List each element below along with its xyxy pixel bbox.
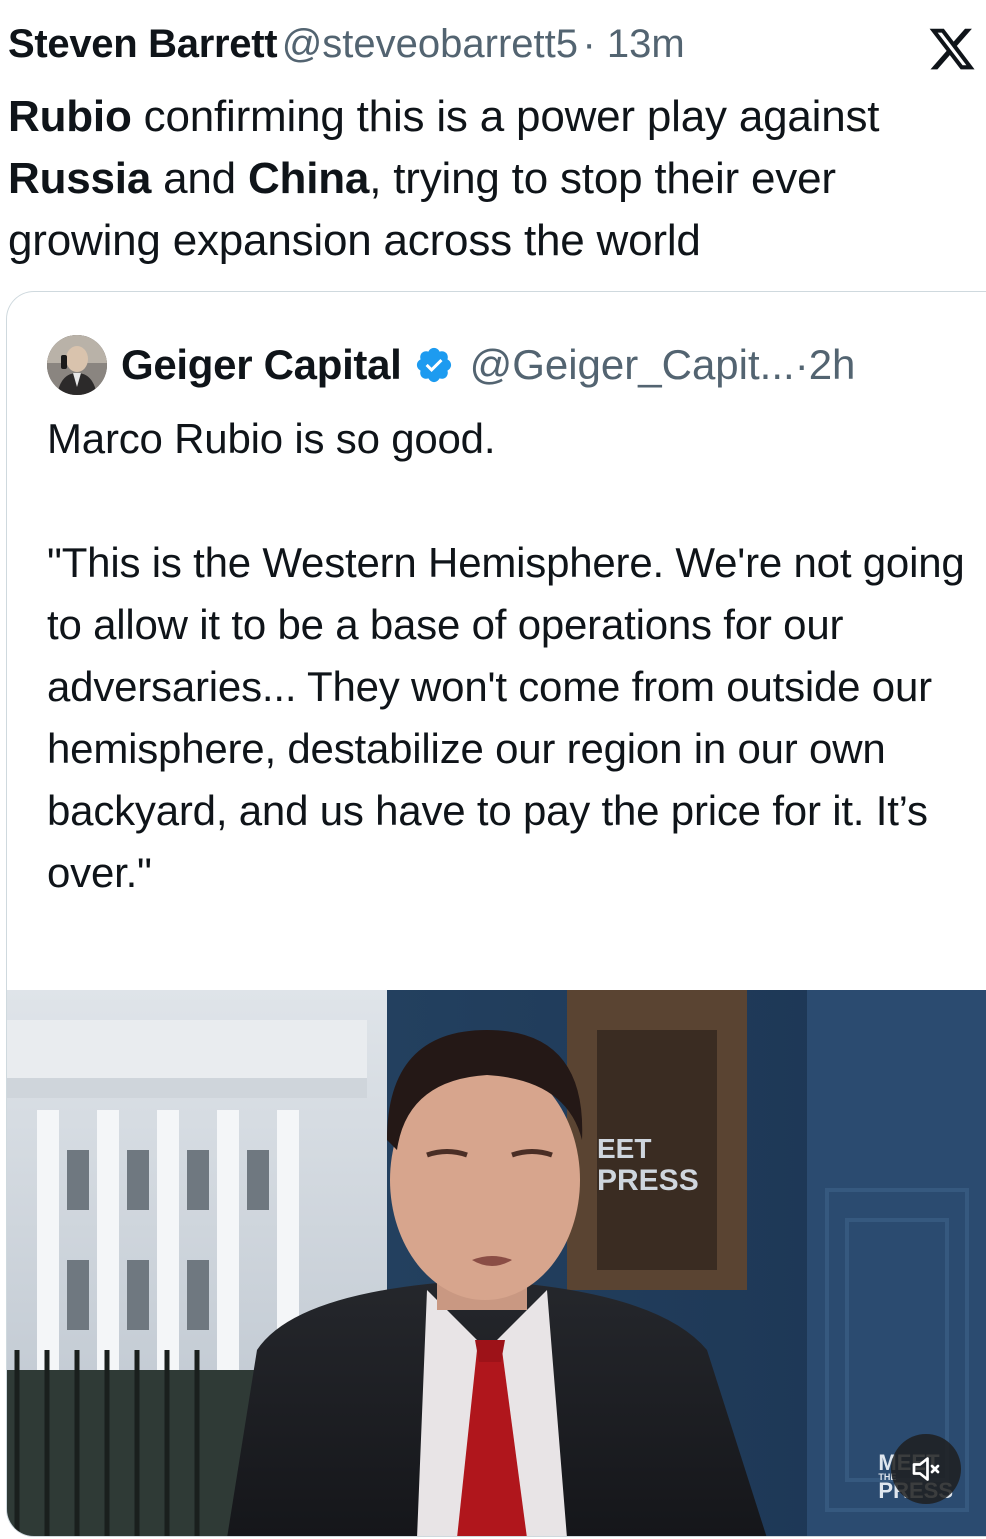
bold-segment: Russia [8, 154, 152, 203]
quoted-quote-text: "This is the Western Hemisphere. We're n… [47, 539, 965, 896]
background-sign-line2: PRESS [597, 1164, 699, 1197]
author-handle[interactable]: @steveobarrett5 [282, 22, 578, 66]
quoted-time[interactable]: 2h [809, 341, 856, 389]
text-segment: confirming this is a power play against [131, 92, 880, 141]
video-player[interactable]: EET PRESS MEET THE PRESS [7, 990, 986, 1536]
mute-button[interactable] [891, 1434, 961, 1504]
avatar[interactable] [47, 335, 107, 395]
tweet-header: Steven Barrett @steveobarrett5 · 13m [8, 22, 986, 72]
background-sign-line1: EET [597, 1133, 651, 1164]
x-logo-icon[interactable] [926, 24, 978, 74]
speaker-muted-icon [912, 1457, 940, 1481]
video-frame: EET PRESS [7, 990, 986, 1536]
quoted-header: Geiger Capital @Geiger_Capit... · 2h [47, 330, 855, 400]
quoted-meta-separator: · [794, 341, 809, 388]
quoted-author-handle[interactable]: @Geiger_Capit... [470, 341, 795, 389]
quoted-text: Marco Rubio is so good. "This is the Wes… [47, 408, 967, 904]
bold-segment: Rubio [8, 92, 132, 141]
bold-segment: China [247, 154, 370, 203]
verified-badge-icon [416, 347, 451, 383]
quoted-tweet[interactable]: Geiger Capital @Geiger_Capit... · 2h Mar… [6, 291, 986, 1537]
tweet-time[interactable]: 13m [607, 22, 685, 66]
quoted-author-name[interactable]: Geiger Capital [121, 341, 402, 389]
tweet-text: Rubio confirming this is a power play ag… [8, 86, 978, 272]
author-name[interactable]: Steven Barrett [8, 22, 278, 66]
meta-separator: · [582, 22, 607, 66]
quoted-line1: Marco Rubio is so good. [47, 415, 496, 462]
text-segment: and [151, 154, 248, 203]
